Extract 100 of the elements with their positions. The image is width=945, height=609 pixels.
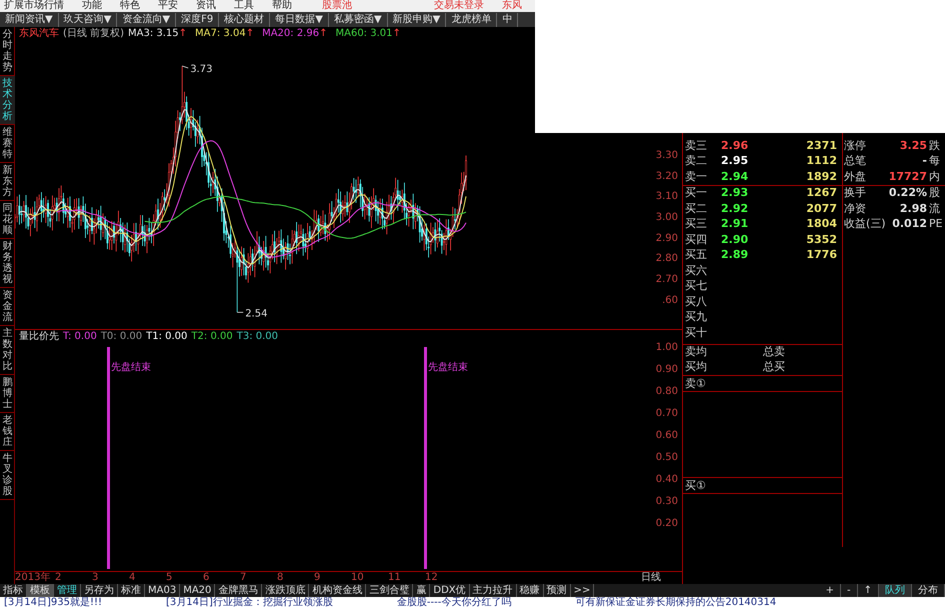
toolbar-button[interactable]: 深度F9 [176, 12, 220, 26]
menu-item[interactable]: 帮助 [272, 0, 292, 12]
quote-label: 外盘 [843, 168, 867, 184]
quote-value: 2.98 [898, 200, 927, 216]
period-label: 日线 [640, 572, 662, 584]
quote-label: 换手 [843, 185, 867, 201]
order-level-label: 买四 [684, 232, 708, 248]
toolbar-button[interactable]: 中 [497, 12, 518, 26]
order-volume: 2371 [805, 138, 837, 154]
leader-line [236, 312, 244, 313]
menu-item[interactable]: 功能 [82, 0, 102, 12]
side-tab[interactable]: 技术分析 [0, 76, 15, 125]
date-axis-label: 12 [425, 572, 439, 584]
order-price: 2.93 [721, 185, 750, 201]
side-tab[interactable]: 牛叉诊股 [0, 451, 15, 500]
date-axis-label: 3 [92, 572, 100, 584]
price-axis-label: .60 [662, 294, 678, 308]
trend-arrow: ↑ [319, 27, 328, 40]
quote-label: 总笔 [843, 153, 867, 169]
order-level-label: 买五 [684, 247, 708, 263]
stock-pool-menu[interactable]: 股票池 [322, 0, 352, 12]
order-level-label: 卖三 [684, 138, 708, 154]
side-tab[interactable]: 资金流 [0, 288, 15, 326]
quote-label: 每 [928, 153, 940, 169]
order-level-label: 买一 [684, 185, 708, 201]
order-volume: 2077 [805, 200, 837, 216]
side-tab[interactable]: 新东方 [0, 163, 15, 201]
order-volume: 1804 [805, 216, 837, 232]
indicator-value: MA7: 3.04 [195, 27, 246, 40]
indicator-axis-label: 0.90 [656, 363, 678, 377]
side-tab[interactable]: 维赛特 [0, 125, 15, 163]
order-level-label: 卖二 [684, 153, 708, 169]
leader-line [182, 66, 189, 68]
order-volume: 5352 [805, 232, 837, 248]
indicator-value: T1: 0.00 [146, 330, 188, 343]
order-volume: 1776 [805, 247, 837, 263]
chart-period: (日线 前复权) [63, 27, 124, 40]
order-price: 2.92 [721, 200, 750, 216]
side-tab[interactable]: 老钱庄 [0, 413, 15, 451]
news-headline[interactable]: 金股股----今天你分红了吗 [396, 597, 512, 609]
order-queue-label: 卖① [684, 376, 707, 390]
template-tab[interactable]: 模板 [27, 584, 54, 597]
side-tab[interactable]: 同花顺 [0, 201, 15, 239]
indicator-value: MA60: 3.01 [335, 27, 392, 40]
quote-label: 内 [928, 168, 940, 184]
price-axis-label: 2.80 [656, 252, 678, 266]
date-axis-label: 2 [55, 572, 62, 584]
order-level-label: 买七 [684, 278, 708, 294]
date-axis-label: 9 [314, 572, 322, 584]
price-axis-label: 3.00 [656, 211, 678, 226]
order-price: 2.94 [721, 168, 750, 184]
indicator-axis-label: 1.00 [656, 341, 678, 355]
menu-item[interactable]: 工具 [234, 0, 254, 12]
order-level-label: 买十 [684, 324, 708, 340]
date-axis-label: 8 [277, 572, 284, 584]
order-price: 2.96 [721, 138, 750, 154]
order-level-label: 买二 [684, 200, 708, 216]
order-price: 2.95 [721, 153, 750, 169]
indicator-axis-label: 0.30 [656, 495, 678, 509]
order-volume: 1267 [805, 185, 837, 201]
panel-button[interactable]: 队列 [879, 584, 912, 597]
news-headline[interactable]: [3月14日]行业掘金：挖掘行业领涨股 [166, 597, 333, 609]
toolbar-button[interactable]: 核心题材 [219, 12, 270, 26]
toolbar-button[interactable]: 龙虎榜单 [446, 12, 498, 26]
menu-item[interactable]: 特色 [120, 0, 140, 12]
quote-label: PE [928, 216, 943, 232]
indicator-value: T3: 0.00 [236, 330, 278, 343]
order-summary-label: 总买 [763, 358, 785, 375]
order-level-label: 买八 [684, 294, 708, 310]
trend-arrow: ↑ [178, 27, 188, 40]
quote-label: 股 [928, 185, 940, 201]
signal-label: 先盘结束 [111, 360, 151, 375]
toolbar-button[interactable]: 新闻资讯▼ [0, 12, 59, 26]
toolbar-button[interactable]: 玖天咨询▼ [58, 12, 118, 26]
order-price: 2.90 [721, 232, 750, 248]
date-axis-label: 7 [240, 572, 248, 584]
news-headline[interactable]: [3月14日]935就是!!! [4, 597, 102, 609]
quote-label: 收益(三) [843, 216, 883, 232]
indicator-value: T2: 0.00 [191, 330, 233, 343]
toolbar-button[interactable]: 每日数据▼ [270, 12, 329, 26]
side-tab[interactable]: 鹏博士 [0, 375, 15, 413]
price-axis-label: 3.30 [656, 149, 678, 163]
low-price-label: 2.54 [245, 308, 268, 320]
date-axis-label: 4 [129, 572, 136, 584]
menu-item[interactable]: 资讯 [196, 0, 216, 12]
toolbar-button[interactable]: 资金流向▼ [117, 12, 176, 26]
order-level-label: 买三 [684, 216, 708, 232]
stock-name: 东风汽车 [19, 27, 59, 40]
date-axis-label: 6 [203, 572, 210, 584]
quote-label: 流 [928, 200, 940, 216]
toolbar-button[interactable]: 私募密函▼ [328, 12, 388, 26]
quote-value: 3.25 [898, 138, 927, 154]
quote-label: 净资 [843, 200, 867, 216]
price-axis-label: 3.20 [656, 170, 678, 184]
indicator-axis-label: 0.80 [656, 385, 678, 399]
quote-value: 0.012 [891, 216, 927, 232]
toolbar-button[interactable]: 新股申购▼ [388, 12, 446, 26]
side-tab[interactable]: 主数对比 [0, 326, 15, 375]
order-summary-label: 买均 [684, 358, 708, 375]
side-tab[interactable]: 财务透视 [0, 239, 15, 288]
